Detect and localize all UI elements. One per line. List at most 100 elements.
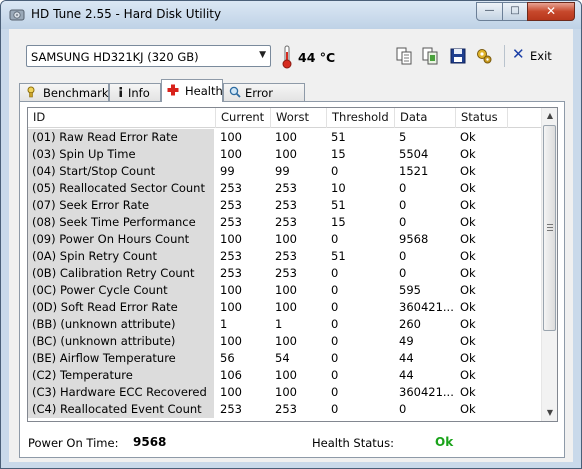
cell-data: 0 (399, 198, 407, 212)
temperature-readout: 44 °C (298, 50, 336, 65)
maximize-button[interactable]: □ (502, 2, 528, 21)
cell-worst: 100 (275, 130, 297, 144)
save-icon[interactable] (449, 47, 467, 65)
table-row[interactable]: (BC) (unknown attribute) 100 100 0 49 Ok (28, 333, 543, 350)
table-row[interactable]: (0A) Spin Retry Count 253 253 51 0 Ok (28, 248, 543, 265)
cell-worst: 253 (275, 198, 297, 212)
minimize-button[interactable]: — (476, 2, 503, 21)
cell-worst: 253 (275, 266, 297, 280)
table-row[interactable]: (BE) Airflow Temperature 56 54 0 44 Ok (28, 350, 543, 367)
scrollbar-thumb[interactable] (543, 125, 556, 331)
tab-info[interactable]: Info (109, 83, 161, 101)
cell-data: 49 (399, 334, 414, 348)
cell-status: Ok (460, 385, 476, 399)
power-on-time-label: Power On Time: (28, 436, 119, 450)
app-disk-icon (9, 9, 25, 21)
tab-health[interactable]: Health (161, 79, 223, 102)
cell-threshold: 10 (331, 181, 346, 195)
column-header-data[interactable]: Data (395, 108, 456, 128)
exit-button[interactable]: ✕ Exit (512, 45, 552, 65)
title-bar[interactable]: HD Tune 2.55 - Hard Disk Utility — □ ✕ (1, 1, 581, 29)
cell-current: 100 (220, 385, 242, 399)
cell-data: 0 (399, 402, 407, 416)
copy-screenshot-icon[interactable] (421, 47, 439, 65)
cell-id: (C2) Temperature (28, 367, 214, 384)
column-header-worst[interactable]: Worst (271, 108, 327, 128)
cell-status: Ok (460, 249, 476, 263)
scroll-up-arrow-icon[interactable]: ▲ (542, 108, 557, 124)
table-row[interactable]: (08) Seek Time Performance 253 253 15 0 Ok (28, 214, 543, 231)
column-header-threshold[interactable]: Threshold (327, 108, 395, 128)
cell-threshold: 0 (331, 164, 339, 178)
table-row[interactable]: (C4) Reallocated Event Count 253 253 0 0 Ok (28, 401, 543, 418)
status-footer: Power On Time: 9568 Health Status: Ok (20, 425, 564, 457)
cell-data: 360421... (399, 385, 454, 399)
cell-current: 253 (220, 215, 242, 229)
cell-worst: 1 (275, 317, 283, 331)
magnifier-icon (229, 86, 241, 98)
app-window: HD Tune 2.55 - Hard Disk Utility — □ ✕ S… (0, 0, 582, 469)
table-row[interactable]: (05) Reallocated Sector Count 253 253 10 0 Ok (28, 180, 543, 197)
cell-status: Ok (460, 215, 476, 229)
table-row[interactable]: (C3) Hardware ECC Recovered 100 100 0 360421… (28, 384, 543, 401)
options-icon[interactable] (475, 47, 493, 65)
cell-data: 360421... (399, 300, 454, 314)
copy-text-icon[interactable] (395, 47, 413, 65)
drive-dropdown-value: SAMSUNG HD321KJ (320 GB) (31, 50, 199, 64)
table-row[interactable]: (0B) Calibration Retry Count 253 253 0 0 Ok (28, 265, 543, 282)
cell-worst: 253 (275, 402, 297, 416)
cell-threshold: 0 (331, 232, 339, 246)
cell-current: 99 (220, 164, 235, 178)
table-row[interactable]: (BB) (unknown attribute) 1 1 0 260 Ok (28, 316, 543, 333)
cell-id: (0B) Calibration Retry Count (28, 265, 214, 282)
cell-worst: 253 (275, 249, 297, 263)
column-header-current[interactable]: Current (216, 108, 271, 128)
cell-data: 5504 (399, 147, 429, 161)
smart-attributes-table[interactable]: ID Current Worst Threshold Data Status (… (27, 107, 558, 422)
power-on-time-value: 9568 (133, 435, 167, 449)
cell-data: 0 (399, 215, 407, 229)
table-row[interactable]: (03) Spin Up Time 100 100 15 5504 Ok (28, 146, 543, 163)
column-header-status[interactable]: Status (456, 108, 508, 128)
tab-benchmark-label: Benchmark (43, 86, 109, 100)
cell-threshold: 0 (331, 385, 339, 399)
cell-status: Ok (460, 351, 476, 365)
table-row[interactable]: (07) Seek Error Rate 253 253 51 0 Ok (28, 197, 543, 214)
chevron-down-icon: ▼ (259, 50, 266, 60)
table-row[interactable]: (C2) Temperature 106 100 0 44 Ok (28, 367, 543, 384)
cell-worst: 100 (275, 232, 297, 246)
drive-dropdown[interactable]: SAMSUNG HD321KJ (320 GB) ▼ (26, 45, 271, 67)
cell-data: 5 (399, 130, 407, 144)
cell-id: (BC) (unknown attribute) (28, 333, 214, 350)
tab-benchmark[interactable]: Benchmark (19, 83, 109, 101)
cell-id: (01) Raw Read Error Rate (28, 129, 214, 146)
tab-info-label: Info (128, 86, 150, 100)
cell-worst: 54 (275, 351, 290, 365)
cell-threshold: 0 (331, 317, 339, 331)
table-row[interactable]: (04) Start/Stop Count 99 99 0 1521 Ok (28, 163, 543, 180)
tab-error-scan[interactable]: Error Scan (223, 83, 305, 114)
table-row[interactable]: (01) Raw Read Error Rate 100 100 51 5 Ok (28, 129, 543, 146)
tab-health-label: Health (185, 84, 223, 98)
cell-current: 100 (220, 130, 242, 144)
cell-current: 253 (220, 249, 242, 263)
column-header-id[interactable]: ID (28, 108, 216, 128)
table-row[interactable]: (0C) Power Cycle Count 100 100 0 595 Ok (28, 282, 543, 299)
close-button[interactable]: ✕ (527, 2, 575, 21)
table-row[interactable]: (09) Power On Hours Count 100 100 0 9568 Ok (28, 231, 543, 248)
cell-worst: 100 (275, 147, 297, 161)
cell-current: 253 (220, 402, 242, 416)
cell-data: 44 (399, 351, 414, 365)
cell-status: Ok (460, 334, 476, 348)
table-row[interactable]: (0D) Soft Read Error Rate 100 100 0 360421..… (28, 299, 543, 316)
cell-current: 100 (220, 232, 242, 246)
cell-data: 0 (399, 249, 407, 263)
cell-id: (BB) (unknown attribute) (28, 316, 214, 333)
cell-id: (C4) Reallocated Event Count (28, 401, 214, 418)
cell-threshold: 0 (331, 402, 339, 416)
vertical-scrollbar[interactable]: ▲ ▼ (541, 108, 557, 421)
scroll-down-arrow-icon[interactable]: ▼ (542, 405, 557, 421)
cell-data: 9568 (399, 232, 429, 246)
cell-current: 1 (220, 317, 228, 331)
cell-id: (05) Reallocated Sector Count (28, 180, 214, 197)
